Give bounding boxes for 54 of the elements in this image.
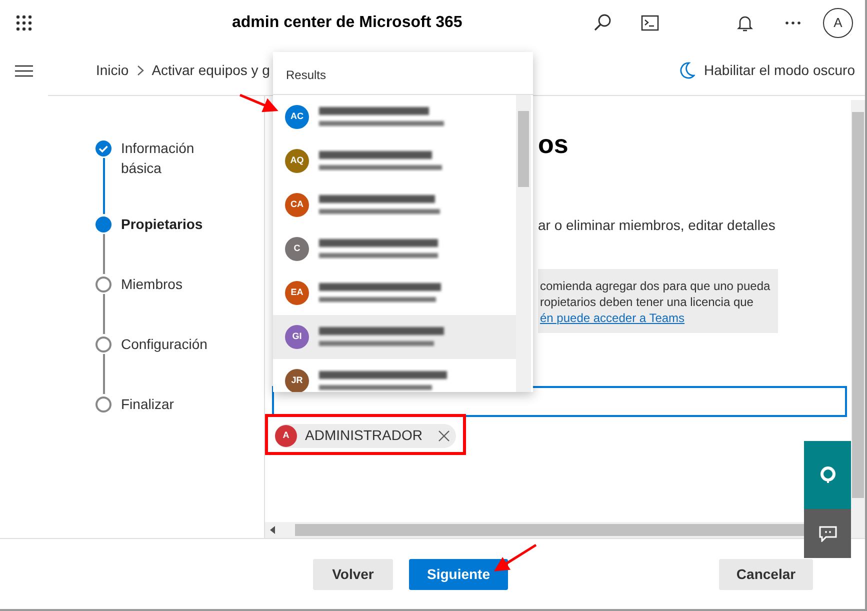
step-label[interactable]: Configuración: [121, 334, 221, 394]
next-button[interactable]: Siguiente: [409, 558, 508, 590]
step-label[interactable]: Propietarios: [121, 214, 221, 274]
page-heading: os: [538, 128, 570, 160]
owner-name: ADMINISTRADOR: [305, 426, 422, 446]
description-text: ar o eliminar miembros, editar detalles: [538, 216, 776, 235]
chevron-icon: [136, 64, 144, 76]
result-item[interactable]: CA: [273, 183, 516, 227]
dropdown-scrollbar[interactable]: [518, 111, 529, 187]
chat-icon: [818, 526, 836, 542]
info-text: ropietarios deben tener una licencia que: [540, 295, 754, 309]
person-avatar: CA: [285, 193, 309, 217]
result-item[interactable]: GI: [273, 315, 516, 359]
support-button[interactable]: [804, 441, 851, 509]
notification-bell-icon[interactable]: [737, 14, 753, 32]
app-title: admin center de Microsoft 365: [232, 12, 462, 32]
menu-icon[interactable]: [15, 64, 33, 76]
person-avatar: EA: [285, 281, 309, 305]
horizontal-scrollbar[interactable]: [295, 524, 806, 536]
result-item[interactable]: C: [273, 227, 516, 271]
feedback-button[interactable]: [804, 509, 851, 558]
terminal-icon[interactable]: [641, 14, 659, 30]
step-label[interactable]: Finalizar: [121, 394, 221, 454]
app-launcher-icon[interactable]: [16, 14, 32, 30]
breadcrumb-link[interactable]: Inicio: [96, 60, 129, 80]
info-text: comienda agregar dos para que uno pueda: [540, 279, 770, 293]
results-header: Results: [273, 52, 533, 95]
headset-icon: [820, 466, 836, 484]
annotation-arrow: [240, 94, 278, 112]
breadcrumb-link[interactable]: Activar equipos y g: [152, 60, 270, 80]
search-icon[interactable]: [593, 12, 613, 32]
person-avatar: JR: [285, 369, 309, 392]
person-avatar: C: [285, 237, 309, 261]
cancel-button[interactable]: Cancelar: [719, 558, 813, 590]
remove-icon[interactable]: [438, 430, 450, 442]
scroll-left-icon[interactable]: [269, 526, 275, 534]
moon-icon: [679, 62, 696, 78]
owner-avatar: A: [275, 424, 297, 447]
result-item[interactable]: EA: [273, 271, 516, 315]
annotation-arrow: [494, 544, 537, 572]
teams-access-link[interactable]: én puede acceder a Teams: [540, 311, 685, 325]
vertical-scrollbar[interactable]: [852, 112, 864, 498]
step-label[interactable]: Información básica: [121, 138, 221, 214]
step-label[interactable]: Miembros: [121, 274, 221, 334]
dark-mode-toggle[interactable]: Habilitar el modo oscuro: [704, 60, 855, 80]
person-avatar: AQ: [285, 149, 309, 173]
account-avatar[interactable]: A: [823, 8, 853, 38]
person-avatar: GI: [285, 325, 309, 349]
result-item[interactable]: JR: [273, 359, 516, 392]
result-item[interactable]: AC: [273, 95, 516, 139]
more-options-icon[interactable]: [785, 20, 801, 24]
result-item[interactable]: AQ: [273, 139, 516, 183]
back-button[interactable]: Volver: [313, 558, 393, 590]
person-avatar: AC: [285, 105, 309, 129]
